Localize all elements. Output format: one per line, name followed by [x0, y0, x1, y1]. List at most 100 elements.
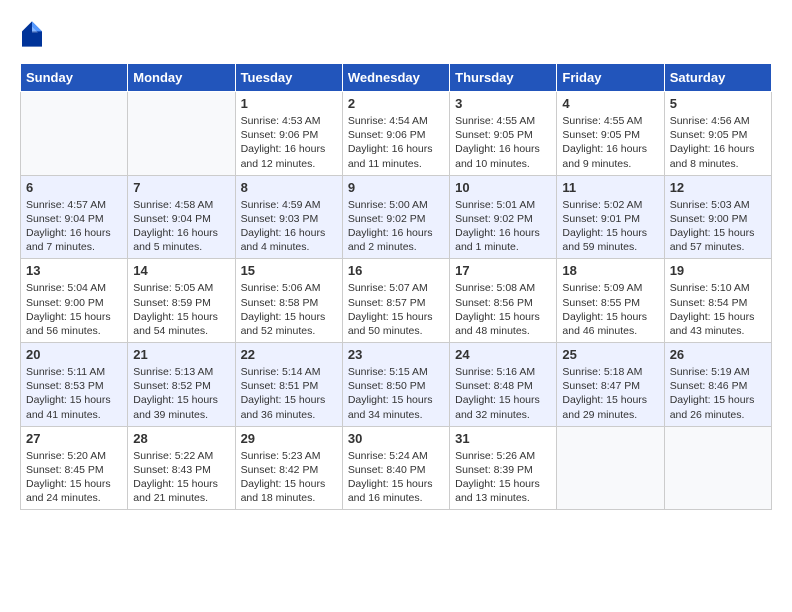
day-info: Sunrise: 5:26 AM Sunset: 8:39 PM Dayligh… — [455, 449, 551, 506]
weekday-header-saturday: Saturday — [664, 64, 771, 92]
calendar-cell: 19 Sunrise: 5:10 AM Sunset: 8:54 PM Dayli… — [664, 259, 771, 343]
day-info: Sunrise: 5:02 AM Sunset: 9:01 PM Dayligh… — [562, 198, 658, 255]
day-info: Sunrise: 4:54 AM Sunset: 9:06 PM Dayligh… — [348, 114, 444, 171]
day-number: 14 — [133, 263, 229, 278]
week-row-1: 1 Sunrise: 4:53 AM Sunset: 9:06 PM Daylig… — [21, 92, 772, 176]
calendar-cell: 26 Sunrise: 5:19 AM Sunset: 8:46 PM Dayli… — [664, 343, 771, 427]
calendar-cell: 28 Sunrise: 5:22 AM Sunset: 8:43 PM Dayli… — [128, 426, 235, 510]
day-number: 6 — [26, 180, 122, 195]
calendar-cell: 31 Sunrise: 5:26 AM Sunset: 8:39 PM Dayli… — [450, 426, 557, 510]
week-row-2: 6 Sunrise: 4:57 AM Sunset: 9:04 PM Daylig… — [21, 175, 772, 259]
day-info: Sunrise: 5:23 AM Sunset: 8:42 PM Dayligh… — [241, 449, 337, 506]
day-info: Sunrise: 5:16 AM Sunset: 8:48 PM Dayligh… — [455, 365, 551, 422]
day-info: Sunrise: 5:06 AM Sunset: 8:58 PM Dayligh… — [241, 281, 337, 338]
calendar-cell: 17 Sunrise: 5:08 AM Sunset: 8:56 PM Dayli… — [450, 259, 557, 343]
day-info: Sunrise: 5:07 AM Sunset: 8:57 PM Dayligh… — [348, 281, 444, 338]
day-info: Sunrise: 5:24 AM Sunset: 8:40 PM Dayligh… — [348, 449, 444, 506]
calendar-cell: 5 Sunrise: 4:56 AM Sunset: 9:05 PM Daylig… — [664, 92, 771, 176]
calendar-table: SundayMondayTuesdayWednesdayThursdayFrid… — [20, 63, 772, 510]
day-info: Sunrise: 4:56 AM Sunset: 9:05 PM Dayligh… — [670, 114, 766, 171]
day-info: Sunrise: 5:14 AM Sunset: 8:51 PM Dayligh… — [241, 365, 337, 422]
calendar-cell — [664, 426, 771, 510]
day-info: Sunrise: 5:13 AM Sunset: 8:52 PM Dayligh… — [133, 365, 229, 422]
day-number: 29 — [241, 431, 337, 446]
day-info: Sunrise: 5:01 AM Sunset: 9:02 PM Dayligh… — [455, 198, 551, 255]
calendar-cell: 18Sunrise: 5:09 AM Sunset: 8:55 PM Dayli… — [557, 259, 664, 343]
calendar-cell: 6 Sunrise: 4:57 AM Sunset: 9:04 PM Daylig… — [21, 175, 128, 259]
day-number: 4 — [562, 96, 658, 111]
day-number: 22 — [241, 347, 337, 362]
calendar-cell — [557, 426, 664, 510]
day-number: 25 — [562, 347, 658, 362]
calendar-cell: 15 Sunrise: 5:06 AM Sunset: 8:58 PM Dayli… — [235, 259, 342, 343]
day-number: 8 — [241, 180, 337, 195]
day-number: 15 — [241, 263, 337, 278]
calendar-cell — [21, 92, 128, 176]
calendar-cell: 24 Sunrise: 5:16 AM Sunset: 8:48 PM Dayli… — [450, 343, 557, 427]
weekday-header-wednesday: Wednesday — [342, 64, 449, 92]
day-number: 26 — [670, 347, 766, 362]
calendar-cell: 20Sunrise: 5:11 AM Sunset: 8:53 PM Dayli… — [21, 343, 128, 427]
calendar-cell: 14Sunrise: 5:05 AM Sunset: 8:59 PM Dayli… — [128, 259, 235, 343]
day-info: Sunrise: 5:20 AM Sunset: 8:45 PM Dayligh… — [26, 449, 122, 506]
calendar-cell: 8Sunrise: 4:59 AM Sunset: 9:03 PM Daylig… — [235, 175, 342, 259]
day-number: 5 — [670, 96, 766, 111]
calendar-cell: 10 Sunrise: 5:01 AM Sunset: 9:02 PM Dayli… — [450, 175, 557, 259]
day-info: Sunrise: 5:04 AM Sunset: 9:00 PM Dayligh… — [26, 281, 122, 338]
day-info: Sunrise: 4:58 AM Sunset: 9:04 PM Dayligh… — [133, 198, 229, 255]
day-number: 1 — [241, 96, 337, 111]
day-number: 19 — [670, 263, 766, 278]
calendar-cell: 4Sunrise: 4:55 AM Sunset: 9:05 PM Daylig… — [557, 92, 664, 176]
day-info: Sunrise: 5:19 AM Sunset: 8:46 PM Dayligh… — [670, 365, 766, 422]
calendar-cell: 12Sunrise: 5:03 AM Sunset: 9:00 PM Dayli… — [664, 175, 771, 259]
day-number: 17 — [455, 263, 551, 278]
day-info: Sunrise: 5:03 AM Sunset: 9:00 PM Dayligh… — [670, 198, 766, 255]
calendar-cell: 11 Sunrise: 5:02 AM Sunset: 9:01 PM Dayli… — [557, 175, 664, 259]
day-number: 3 — [455, 96, 551, 111]
day-number: 27 — [26, 431, 122, 446]
calendar-cell: 7 Sunrise: 4:58 AM Sunset: 9:04 PM Daylig… — [128, 175, 235, 259]
weekday-header-tuesday: Tuesday — [235, 64, 342, 92]
day-info: Sunrise: 5:09 AM Sunset: 8:55 PM Dayligh… — [562, 281, 658, 338]
calendar-cell: 25 Sunrise: 5:18 AM Sunset: 8:47 PM Dayli… — [557, 343, 664, 427]
weekday-header-row: SundayMondayTuesdayWednesdayThursdayFrid… — [21, 64, 772, 92]
day-number: 16 — [348, 263, 444, 278]
day-number: 9 — [348, 180, 444, 195]
day-info: Sunrise: 5:18 AM Sunset: 8:47 PM Dayligh… — [562, 365, 658, 422]
day-info: Sunrise: 5:10 AM Sunset: 8:54 PM Dayligh… — [670, 281, 766, 338]
calendar-cell: 22 Sunrise: 5:14 AM Sunset: 8:51 PM Dayli… — [235, 343, 342, 427]
week-row-4: 20Sunrise: 5:11 AM Sunset: 8:53 PM Dayli… — [21, 343, 772, 427]
calendar-cell: 27 Sunrise: 5:20 AM Sunset: 8:45 PM Dayli… — [21, 426, 128, 510]
day-number: 24 — [455, 347, 551, 362]
day-number: 13 — [26, 263, 122, 278]
day-info: Sunrise: 4:57 AM Sunset: 9:04 PM Dayligh… — [26, 198, 122, 255]
weekday-header-friday: Friday — [557, 64, 664, 92]
day-info: Sunrise: 5:00 AM Sunset: 9:02 PM Dayligh… — [348, 198, 444, 255]
day-info: Sunrise: 5:22 AM Sunset: 8:43 PM Dayligh… — [133, 449, 229, 506]
day-info: Sunrise: 5:11 AM Sunset: 8:53 PM Dayligh… — [26, 365, 122, 422]
day-number: 31 — [455, 431, 551, 446]
day-number: 7 — [133, 180, 229, 195]
calendar-cell: 1 Sunrise: 4:53 AM Sunset: 9:06 PM Daylig… — [235, 92, 342, 176]
calendar-cell: 30 Sunrise: 5:24 AM Sunset: 8:40 PM Dayli… — [342, 426, 449, 510]
weekday-header-monday: Monday — [128, 64, 235, 92]
calendar-cell: 16 Sunrise: 5:07 AM Sunset: 8:57 PM Dayli… — [342, 259, 449, 343]
calendar-cell: 2Sunrise: 4:54 AM Sunset: 9:06 PM Daylig… — [342, 92, 449, 176]
calendar-cell: 29 Sunrise: 5:23 AM Sunset: 8:42 PM Dayli… — [235, 426, 342, 510]
calendar-cell: 21 Sunrise: 5:13 AM Sunset: 8:52 PM Dayli… — [128, 343, 235, 427]
week-row-5: 27 Sunrise: 5:20 AM Sunset: 8:45 PM Dayli… — [21, 426, 772, 510]
calendar-cell: 23Sunrise: 5:15 AM Sunset: 8:50 PM Dayli… — [342, 343, 449, 427]
day-number: 30 — [348, 431, 444, 446]
day-info: Sunrise: 4:53 AM Sunset: 9:06 PM Dayligh… — [241, 114, 337, 171]
calendar-cell: 13 Sunrise: 5:04 AM Sunset: 9:00 PM Dayli… — [21, 259, 128, 343]
day-number: 11 — [562, 180, 658, 195]
day-number: 28 — [133, 431, 229, 446]
day-info: Sunrise: 5:08 AM Sunset: 8:56 PM Dayligh… — [455, 281, 551, 338]
day-number: 21 — [133, 347, 229, 362]
day-number: 10 — [455, 180, 551, 195]
week-row-3: 13 Sunrise: 5:04 AM Sunset: 9:00 PM Dayli… — [21, 259, 772, 343]
calendar-cell: 3 Sunrise: 4:55 AM Sunset: 9:05 PM Daylig… — [450, 92, 557, 176]
weekday-header-thursday: Thursday — [450, 64, 557, 92]
day-info: Sunrise: 4:55 AM Sunset: 9:05 PM Dayligh… — [455, 114, 551, 171]
day-info: Sunrise: 5:15 AM Sunset: 8:50 PM Dayligh… — [348, 365, 444, 422]
